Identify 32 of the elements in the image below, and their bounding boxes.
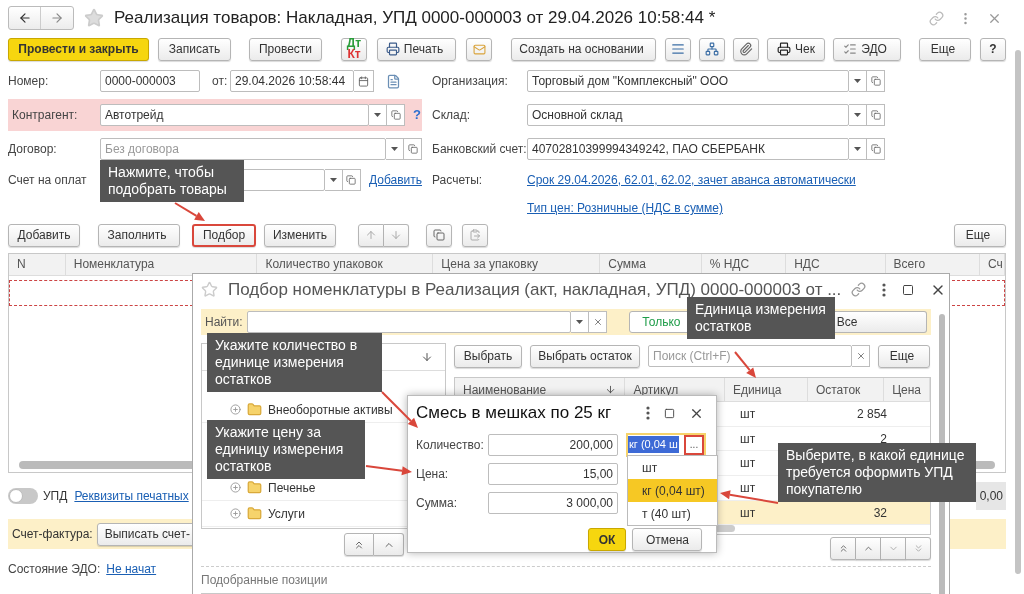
field-label: Счет на оплат <box>8 172 88 189</box>
field-label: Склад: <box>432 107 472 124</box>
table-cell-text: шт <box>740 479 756 497</box>
field-label: Банковский счет: <box>432 141 527 158</box>
table-cell-text: шт <box>740 430 756 448</box>
hint-tooltip: Выберите, в какой единице требуется оформить УПД покупателю <box>778 443 976 502</box>
window-title: Реализация товаров: Накладная, УПД 0000-000003 от 29.04.2026 10:58:44 * <box>114 7 716 30</box>
field-label: Контрагент: <box>12 107 79 124</box>
field-label: Организация: <box>432 73 509 90</box>
table-cell-text: 2 854 <box>855 405 888 423</box>
total-field: 0,00 <box>976 482 1006 510</box>
hint-tooltip: Укажите количество в единице измерения остатков <box>207 333 382 392</box>
hint-tooltip: Нажмите, чтобы подобрать товары <box>100 160 244 202</box>
field-label: Договор: <box>8 141 58 158</box>
find-label: Найти: <box>205 314 243 332</box>
invoice-label: Счет-фактура: <box>12 526 93 543</box>
hint-tooltip: Единица измерения остатков <box>687 297 835 339</box>
table-cell-text: шт <box>740 455 756 473</box>
table-cell-text: шт <box>740 405 756 423</box>
upd-label: УПД <box>43 488 68 505</box>
field-label: Номер: <box>8 73 50 90</box>
picked-items-label: Подобранные позиции <box>201 572 329 590</box>
field-label: Цена: <box>416 465 450 483</box>
dialog-title: Смесь в мешках по 25 кг <box>416 402 612 425</box>
table-cell-text: шт <box>740 504 756 522</box>
field-label: Количество: <box>416 436 485 454</box>
field-label: от: <box>212 73 229 90</box>
edo-status-label: Состояние ЭДО: <box>8 561 101 578</box>
table-cell-text: 32 <box>872 504 888 522</box>
field-label: Расчеты: <box>432 172 484 189</box>
field-label: Сумма: <box>416 494 459 512</box>
hint-tooltip: Укажите цену за единицу измерения остатков <box>207 420 365 479</box>
